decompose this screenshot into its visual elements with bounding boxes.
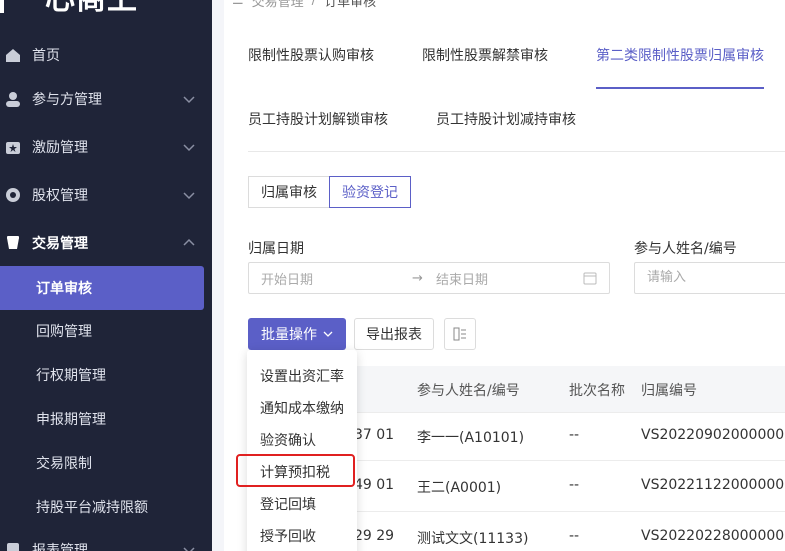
column-header-participant: 参与人姓名/编号 [417,383,520,399]
chevron-down-icon [183,547,195,551]
table-cell-batch: -- [569,528,580,544]
participant-search-input[interactable]: 请输入 [634,262,785,294]
report-icon [7,543,19,551]
table-cell-partial: 49 01 [354,477,395,493]
breadcrumb-item[interactable]: 交易管理 [252,0,304,10]
table-cell-vesting-no: VS20220902000000 [641,427,785,443]
sidebar-subitem-platform-reduction-limit[interactable]: 持股平台减持限额 [0,485,212,529]
sidebar-subitem-order-review[interactable]: 订单审核 [0,266,204,310]
segment-vesting-review[interactable]: 归属审核 [248,176,330,208]
sidebar-item-home[interactable]: 首页 [0,33,212,77]
chevron-down-icon [183,192,195,200]
table-cell-participant: 测试文文(11133) [417,531,529,547]
table-cell-participant: 李一一(A10101) [417,430,525,446]
tab-class2-vesting[interactable]: 第二类限制性股票归属审核 [596,46,764,66]
table-cell-vesting-no: VS20220228000000 [641,528,785,544]
breadcrumb-current: 订单审核 [324,0,377,10]
chevron-up-icon [183,238,195,246]
sidebar-item-trade[interactable]: 交易管理 [0,221,212,265]
breadcrumb: ☰ 交易管理 / 订单审核 [232,0,376,10]
trade-icon [7,236,19,249]
menu-item-notify-cost-payment[interactable]: 通知成本缴纳 [260,398,344,418]
export-report-button[interactable]: 导出报表 [354,318,434,350]
menu-item-registration-backfill[interactable]: 登记回填 [260,494,316,514]
calendar-icon [583,272,597,285]
participant-name-label: 参与人姓名/编号 [634,241,737,257]
sidebar-subitem-exercise-period[interactable]: 行权期管理 [0,353,212,397]
sidebar-subitem-buyback[interactable]: 回购管理 [0,309,212,353]
vesting-date-range-picker[interactable]: 开始日期 → 结束日期 [248,262,610,294]
highlight-box [236,454,355,487]
batch-operation-dropdown: 设置出资汇率 通知成本缴纳 验资确认 计算预扣税 登记回填 授予回收 [247,350,357,551]
sidebar-item-participants[interactable]: 参与方管理 [0,77,212,121]
chevron-down-icon [183,96,195,104]
column-header-vesting-no: 归属编号 [641,383,697,399]
table-cell-vesting-no: VS20221122000000 [641,477,785,493]
active-tab-indicator [596,87,764,89]
segment-capital-verification[interactable]: 验资登记 [329,176,411,208]
batch-operation-button[interactable]: 批量操作 [248,318,346,350]
table-cell-batch: -- [569,477,580,493]
sidebar-subitem-trade-limit[interactable]: 交易限制 [0,441,212,485]
sidebar-item-incentive[interactable]: 激励管理 [0,125,212,169]
column-settings-icon [453,327,466,341]
tab-esop-unlock[interactable]: 员工持股计划解锁审核 [248,110,388,130]
tab-esop-reduction[interactable]: 员工持股计划减持审核 [436,110,576,130]
table-cell-partial: 37 01 [354,427,395,443]
tab-restricted-unlock[interactable]: 限制性股票解禁审核 [422,46,548,66]
sidebar-item-reports[interactable]: 报表管理 [0,528,212,551]
menu-item-capital-verification[interactable]: 验资确认 [260,430,316,450]
table-cell-participant: 王二(A0001) [417,480,502,496]
logo: 一心商上 [0,0,138,17]
tabs-divider [248,151,785,152]
sidebar: 一心商上 首页 参与方管理 激励管理 股权管理 交易管理 订单审核 回购管理 行… [0,0,212,551]
chevron-down-icon [183,144,195,152]
menu-item-grant-recovery[interactable]: 授予回收 [260,526,316,546]
menu-item-set-exchange-rate[interactable]: 设置出资汇率 [260,366,344,386]
sidebar-item-equity[interactable]: 股权管理 [0,173,212,217]
menu-icon[interactable]: ☰ [232,0,244,8]
table-cell-batch: -- [569,427,580,443]
participant-icon [6,92,20,107]
arrow-right-icon: → [412,270,423,286]
vesting-date-label: 归属日期 [248,241,304,257]
column-header-batch: 批次名称 [569,383,625,399]
table-cell-partial: 29 29 [354,528,395,544]
chevron-down-icon [323,331,333,337]
tab-restricted-subscription[interactable]: 限制性股票认购审核 [248,46,374,66]
column-settings-button[interactable] [444,318,476,350]
sidebar-subitem-declaration-period[interactable]: 申报期管理 [0,397,212,441]
home-icon [6,49,20,62]
equity-icon [6,188,20,202]
incentive-icon [6,142,20,154]
